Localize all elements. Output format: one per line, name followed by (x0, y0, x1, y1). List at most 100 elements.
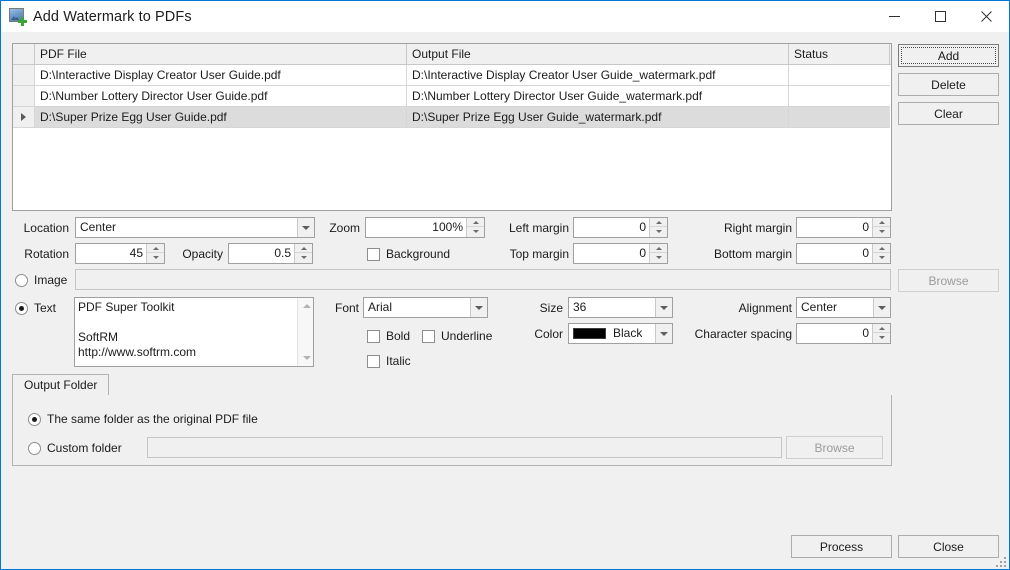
row-pdf-file: D:\Number Lottery Director User Guide.pd… (35, 86, 407, 107)
size-combo[interactable]: 36 (568, 297, 673, 318)
custom-folder-radio[interactable]: Custom folder (28, 438, 122, 458)
text-area-scrollbar[interactable] (297, 298, 313, 366)
opacity-spin-buttons[interactable] (294, 244, 312, 263)
color-combo[interactable]: Black (568, 323, 673, 344)
spin-up-icon[interactable] (873, 324, 890, 333)
table-row[interactable]: D:\Interactive Display Creator User Guid… (13, 65, 891, 86)
bottom-margin-stepper[interactable]: 0 (796, 243, 891, 264)
image-browse-label: Browse (928, 273, 969, 288)
process-button[interactable]: Process (791, 535, 892, 558)
close-button-label: Close (933, 539, 964, 554)
grid-header-output-file[interactable]: Output File (407, 44, 789, 64)
right-margin-stepper[interactable]: 0 (796, 217, 891, 238)
font-combo[interactable]: Arial (363, 297, 488, 318)
chevron-down-icon[interactable] (655, 298, 672, 317)
app-window: Add Watermark to PDFs PDF File Output Fi… (0, 0, 1010, 570)
rotation-value: 45 (129, 246, 143, 260)
close-button[interactable]: Close (898, 535, 999, 558)
rotation-spin-buttons[interactable] (146, 244, 164, 263)
row-output-file: D:\Number Lottery Director User Guide_wa… (407, 86, 789, 107)
row-pdf-file: D:\Super Prize Egg User Guide.pdf (35, 107, 407, 128)
spin-up-icon[interactable] (873, 244, 890, 253)
file-list-grid[interactable]: PDF File Output File Status D:\Interacti… (12, 43, 892, 211)
checkbox-box[interactable] (422, 329, 435, 343)
left-margin-stepper[interactable]: 0 (573, 217, 668, 238)
maximize-icon[interactable] (917, 1, 963, 31)
watermark-text-area[interactable]: PDF Super Toolkit SoftRM http://www.soft… (74, 297, 314, 367)
spin-down-icon[interactable] (873, 253, 890, 262)
spin-down-icon[interactable] (467, 227, 484, 236)
spin-up-icon[interactable] (467, 218, 484, 227)
spin-up-icon[interactable] (873, 218, 890, 227)
same-folder-radio[interactable]: The same folder as the original PDF file (28, 409, 258, 429)
spin-down-icon[interactable] (147, 253, 164, 262)
spin-down-icon[interactable] (873, 227, 890, 236)
grid-header-status[interactable]: Status (789, 44, 890, 64)
tab-output-folder[interactable]: Output Folder (12, 374, 110, 397)
table-row[interactable]: D:\Number Lottery Director User Guide.pd… (13, 86, 891, 107)
clear-button[interactable]: Clear (898, 102, 999, 125)
right-margin-spin-buttons[interactable] (872, 218, 890, 237)
clear-button-label: Clear (934, 106, 963, 121)
grid-header-pdf-file[interactable]: PDF File (35, 44, 407, 64)
checkbox-box[interactable] (367, 354, 380, 368)
custom-folder-browse-button[interactable]: Browse (786, 436, 883, 459)
current-row-arrow-icon (21, 113, 26, 121)
table-row[interactable]: D:\Super Prize Egg User Guide.pdf D:\Sup… (13, 107, 891, 128)
spin-down-icon[interactable] (650, 253, 667, 262)
top-margin-stepper[interactable]: 0 (573, 243, 668, 264)
rotation-stepper[interactable]: 45 (75, 243, 165, 264)
custom-folder-browse-label: Browse (814, 440, 855, 455)
checkbox-box[interactable] (367, 247, 380, 261)
italic-checkbox[interactable]: Italic (367, 351, 411, 371)
grid-header-row: PDF File Output File Status (13, 44, 891, 65)
italic-label: Italic (386, 354, 411, 368)
bold-checkbox[interactable]: Bold (367, 326, 410, 346)
zoom-stepper[interactable]: 100% (365, 217, 485, 238)
radio-circle[interactable] (28, 441, 41, 455)
radio-circle[interactable] (28, 412, 41, 426)
left-margin-spin-buttons[interactable] (649, 218, 667, 237)
row-status (789, 65, 890, 86)
image-path-field[interactable] (75, 269, 891, 290)
bottom-margin-spin-buttons[interactable] (872, 244, 890, 263)
top-margin-spin-buttons[interactable] (649, 244, 667, 263)
checkbox-box[interactable] (367, 329, 380, 343)
chevron-down-icon[interactable] (297, 218, 314, 237)
scroll-down-icon[interactable] (298, 350, 314, 366)
spin-down-icon[interactable] (650, 227, 667, 236)
spin-up-icon[interactable] (147, 244, 164, 253)
radio-circle[interactable] (15, 301, 28, 315)
character-spacing-spin-buttons[interactable] (872, 324, 890, 343)
chevron-down-icon[interactable] (873, 298, 890, 317)
spin-up-icon[interactable] (295, 244, 312, 253)
spin-up-icon[interactable] (650, 244, 667, 253)
background-checkbox[interactable]: Background (367, 244, 450, 264)
custom-folder-path-field[interactable] (147, 437, 782, 458)
add-button[interactable]: Add (898, 44, 999, 67)
image-radio[interactable]: Image (15, 270, 67, 290)
zoom-spin-buttons[interactable] (466, 218, 484, 237)
close-icon[interactable] (963, 1, 1009, 31)
delete-button[interactable]: Delete (898, 73, 999, 96)
location-combo[interactable]: Center (75, 217, 315, 238)
spin-down-icon[interactable] (295, 253, 312, 262)
radio-circle[interactable] (15, 273, 28, 287)
color-swatch (573, 328, 606, 339)
resize-grip[interactable] (993, 554, 1006, 567)
spin-down-icon[interactable] (873, 333, 890, 342)
character-spacing-stepper[interactable]: 0 (796, 323, 891, 344)
text-radio[interactable]: Text (15, 298, 56, 318)
chevron-down-icon[interactable] (470, 298, 487, 317)
background-label: Background (386, 247, 451, 261)
font-value: Arial (368, 300, 393, 314)
row-output-file: D:\Interactive Display Creator User Guid… (407, 65, 789, 86)
spin-up-icon[interactable] (650, 218, 667, 227)
scroll-up-icon[interactable] (298, 298, 314, 314)
watermark-text-value[interactable]: PDF Super Toolkit SoftRM http://www.soft… (75, 298, 296, 366)
alignment-combo[interactable]: Center (796, 297, 891, 318)
underline-checkbox[interactable]: Underline (422, 326, 492, 346)
opacity-stepper[interactable]: 0.5 (228, 243, 313, 264)
image-browse-button[interactable]: Browse (898, 269, 999, 292)
minimize-icon[interactable] (871, 1, 917, 31)
